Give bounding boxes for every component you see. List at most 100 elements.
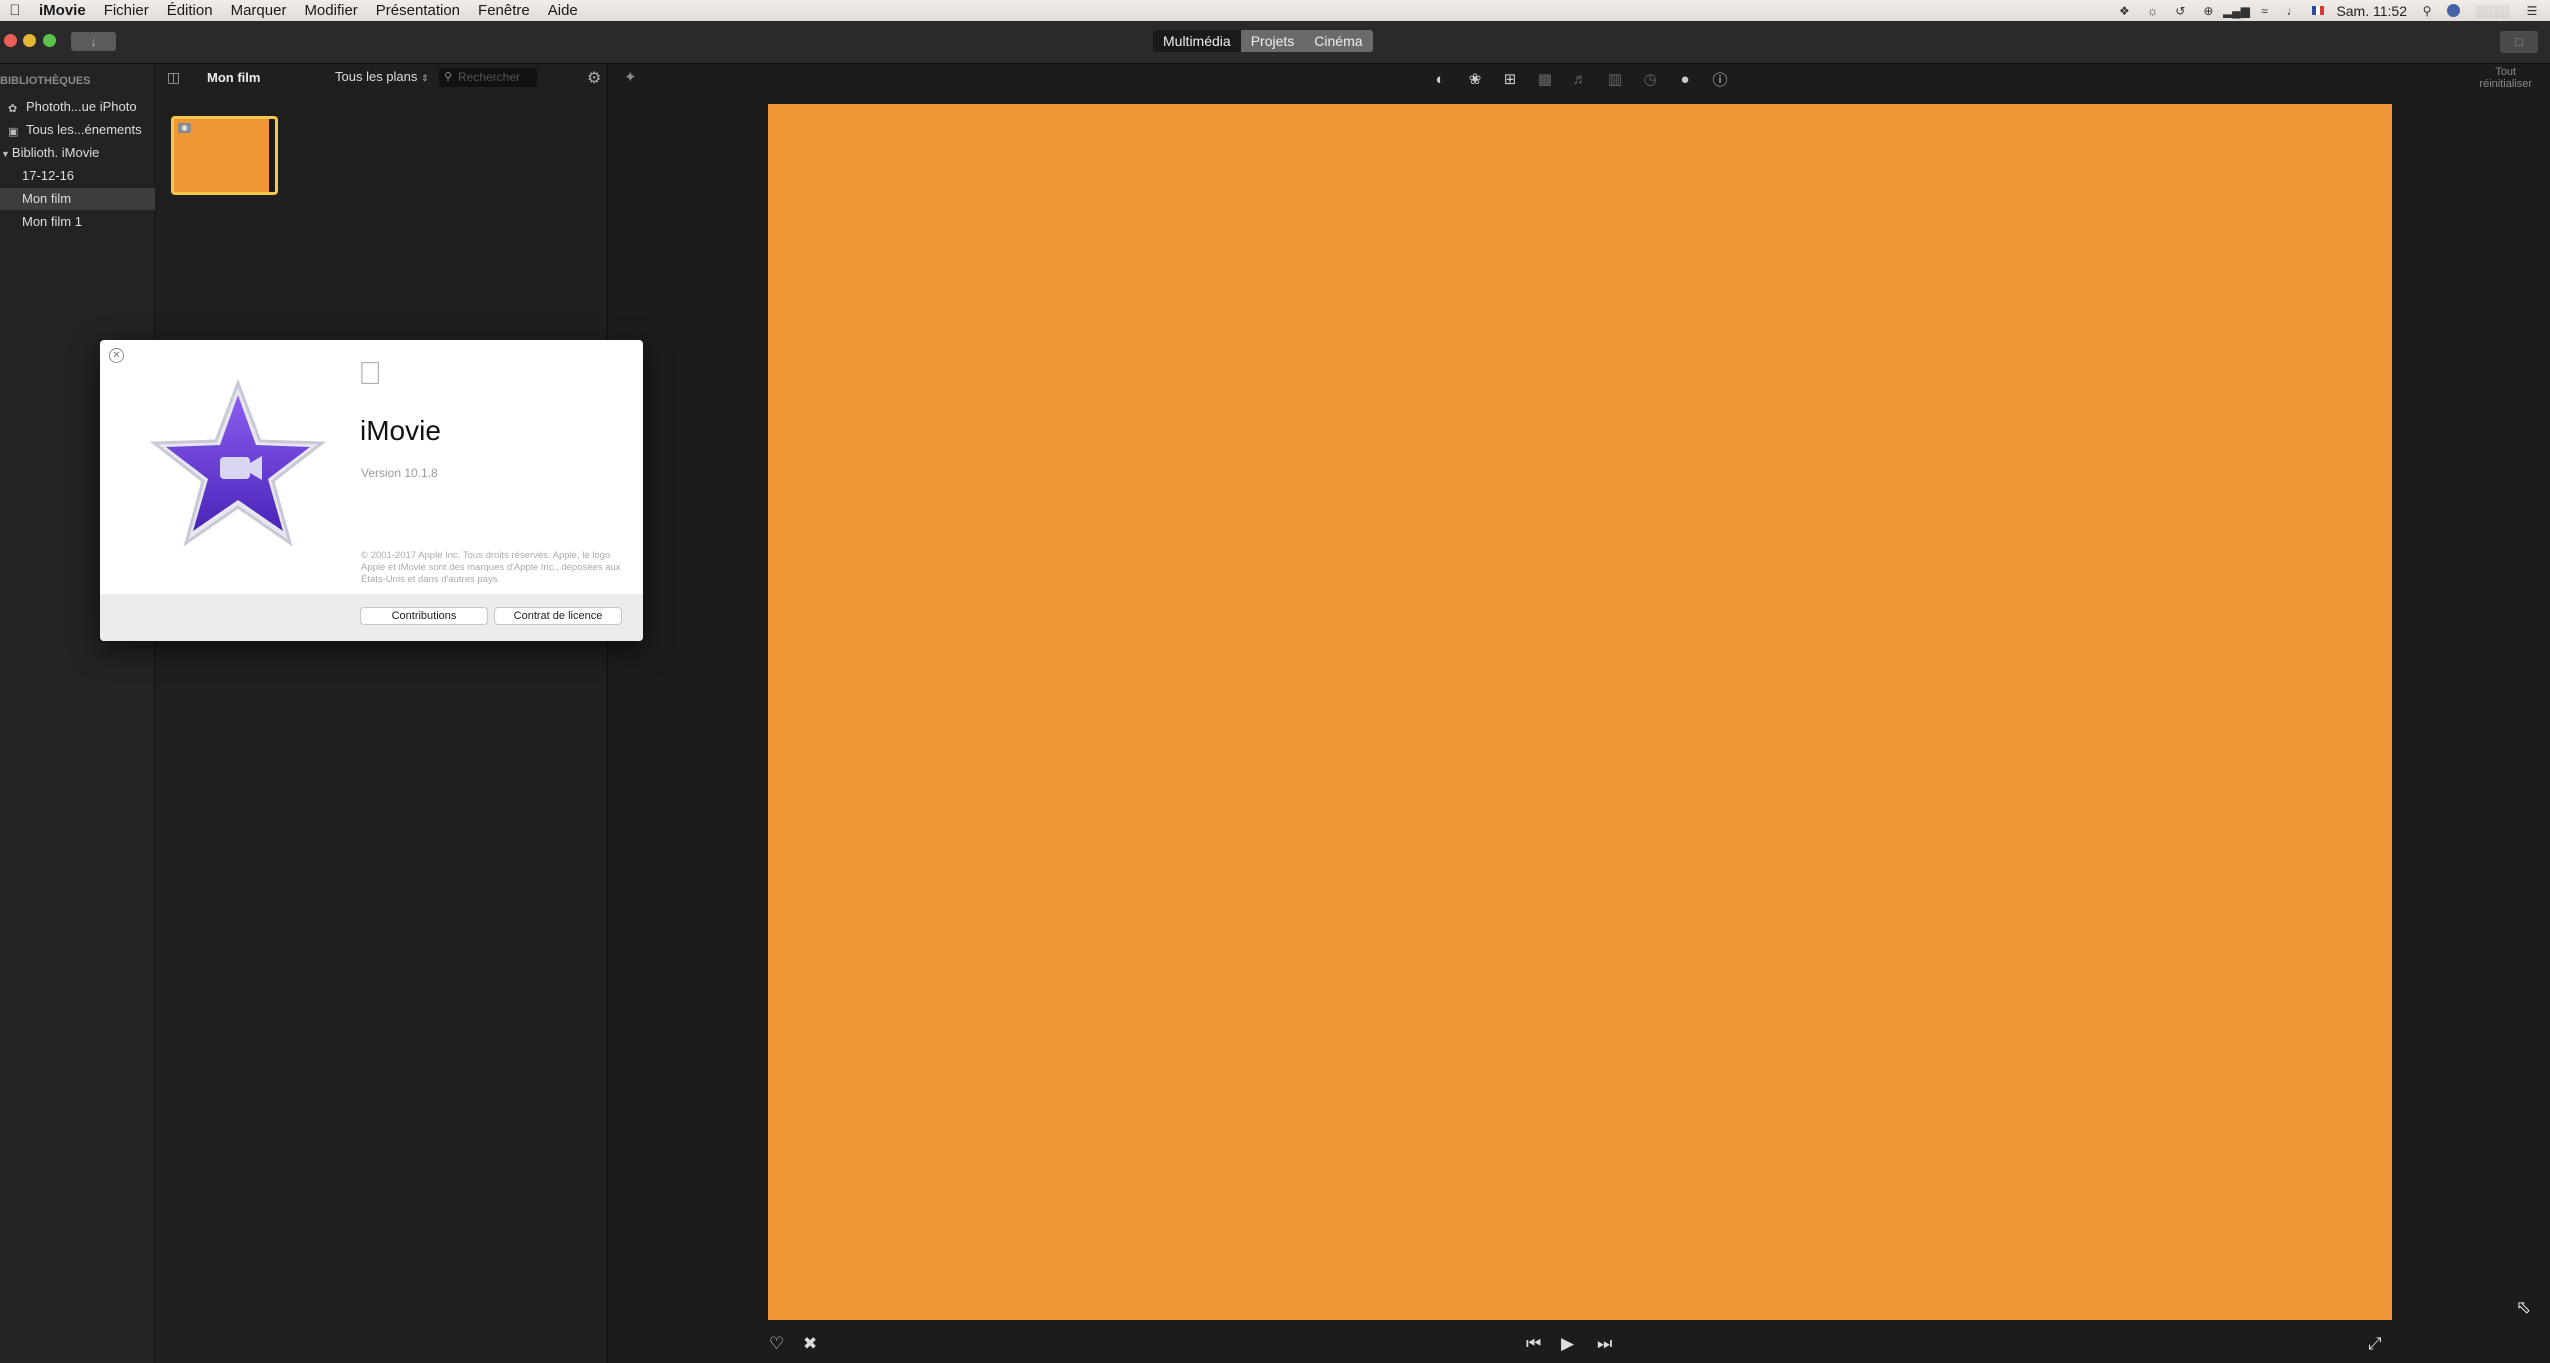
reject-icon[interactable]: ✖ bbox=[803, 1334, 817, 1354]
search-icon: ⚲ bbox=[444, 71, 453, 83]
clip-edge bbox=[269, 119, 275, 192]
sidebar-item-event-17-12-16[interactable]: 17-12-16 bbox=[0, 165, 155, 187]
photos-icon: ✿ bbox=[8, 103, 18, 115]
search-field[interactable]: ⚲ Rechercher bbox=[439, 68, 537, 87]
clip-thumbnail[interactable]: ◉ bbox=[171, 116, 278, 195]
spotlight-icon[interactable]: ⚲ bbox=[2419, 4, 2435, 18]
mouse-pointer-icon: ⬁ bbox=[2516, 1297, 2532, 1317]
clock[interactable]: Sam. 11:52 bbox=[2336, 3, 2407, 19]
window-toolbar: ↓ Multimédia Projets Cinéma □ bbox=[0, 21, 2550, 64]
clip-filter-label: Tous les plans bbox=[335, 69, 418, 84]
sidebar-item-all-events[interactable]: ▣ Tous les...énements bbox=[0, 119, 155, 141]
fullscreen-window-button[interactable] bbox=[43, 34, 56, 47]
fullscreen-icon[interactable]: ⤢ bbox=[2368, 1334, 2382, 1354]
camera-icon: ◉ bbox=[178, 123, 191, 133]
magic-wand-icon[interactable]: ✦ bbox=[624, 68, 637, 86]
sidebar-item-label: Mon film 1 bbox=[22, 214, 82, 229]
creative-cloud-icon[interactable]: ☼ bbox=[2144, 4, 2160, 18]
libraries-sidebar: BIBLIOTHÈQUES ✿ Phototh...ue iPhoto ▣ Tous… bbox=[0, 64, 155, 1363]
disclosure-triangle-icon[interactable]: ▼ bbox=[1, 149, 10, 159]
media-browser: ◫ Mon film Tous les plans ⇕ ⚲ Rechercher… bbox=[156, 64, 608, 1363]
menu-app[interactable]: iMovie bbox=[30, 0, 95, 21]
menu-edition[interactable]: Édition bbox=[158, 0, 222, 21]
chevron-updown-icon: ⇕ bbox=[421, 73, 429, 83]
sidebar-item-label: Biblioth. iMovie bbox=[11, 145, 100, 160]
libraries-heading: BIBLIOTHÈQUES bbox=[0, 75, 91, 87]
menu-fichier[interactable]: Fichier bbox=[95, 0, 158, 21]
video-frame bbox=[768, 104, 2392, 1320]
color-balance-icon[interactable]: ◐ bbox=[1429, 68, 1451, 90]
tab-multimedia[interactable]: Multimédia bbox=[1153, 30, 1241, 52]
user-name-redacted[interactable]: ░░░░ bbox=[2472, 4, 2512, 18]
tab-cinema[interactable]: Cinéma bbox=[1304, 30, 1373, 52]
clip-filter-icon[interactable]: ● bbox=[1674, 68, 1696, 90]
volume-icon[interactable]: ♩ bbox=[2284, 4, 2300, 18]
tab-projets[interactable]: Projets bbox=[1240, 30, 1305, 52]
skip-forward-icon[interactable]: ⏭ bbox=[1597, 1334, 1612, 1354]
search-placeholder: Rechercher bbox=[458, 70, 521, 84]
minimize-window-button[interactable] bbox=[23, 34, 36, 47]
sidebar-item-imovie-library[interactable]: ▼ Biblioth. iMovie bbox=[0, 142, 155, 164]
adjustment-toolbar: ◐ ❀ ⊞ ▩ ♬ ▥ ◷ ● ⓘ bbox=[1429, 64, 1731, 94]
settings-gear-icon[interactable]: ⚙ bbox=[587, 68, 601, 88]
imovie-star-icon bbox=[149, 378, 327, 547]
menu-modifier[interactable]: Modifier bbox=[295, 0, 366, 21]
copyright-text: © 2001-2017 Apple Inc. Tous droits réser… bbox=[361, 550, 621, 585]
favorite-heart-icon[interactable]: ♡ bbox=[769, 1334, 784, 1354]
sidebar-item-label: Tous les...énements bbox=[26, 122, 142, 137]
import-button[interactable]: ↓ bbox=[71, 32, 116, 51]
stabilization-icon[interactable]: ▩ bbox=[1534, 68, 1556, 90]
sidebar-item-label: Phototh...ue iPhoto bbox=[26, 99, 137, 114]
menu-bar:  iMovie Fichier Édition Marquer Modifie… bbox=[0, 0, 2550, 21]
apple-menu-icon[interactable]:  bbox=[0, 2, 30, 19]
menu-aide[interactable]: Aide bbox=[539, 0, 587, 21]
noise-reduction-icon[interactable]: ▥ bbox=[1604, 68, 1626, 90]
network-activity-icon[interactable]: ⊕ bbox=[2200, 4, 2216, 18]
apple-logo-icon:  bbox=[358, 355, 382, 392]
speed-icon[interactable]: ◷ bbox=[1639, 68, 1661, 90]
color-correction-icon[interactable]: ❀ bbox=[1464, 68, 1486, 90]
share-button[interactable]: □ bbox=[2500, 31, 2538, 53]
events-icon: ▣ bbox=[8, 126, 19, 138]
contributions-button[interactable]: Contributions bbox=[360, 607, 488, 625]
share-icon: □ bbox=[2515, 34, 2523, 49]
reset-all-button[interactable]: Tout réinitialiser bbox=[2479, 66, 2532, 90]
sidebar-item-label: Mon film bbox=[22, 191, 72, 206]
user-avatar-icon[interactable] bbox=[2447, 4, 2460, 17]
browser-header: ◫ Mon film Tous les plans ⇕ ⚲ Rechercher… bbox=[156, 64, 608, 94]
about-dialog: ✕  iMovie Version 10.1.8 © 2001-2017 Ap… bbox=[100, 340, 643, 641]
about-footer: Contributions Contrat de licence bbox=[100, 594, 643, 641]
sidebar-item-mon-film-1[interactable]: Mon film 1 bbox=[0, 211, 155, 233]
info-icon[interactable]: ⓘ bbox=[1709, 68, 1731, 90]
sidebar-item-mon-film[interactable]: Mon film bbox=[0, 188, 155, 210]
input-flag-icon[interactable] bbox=[2312, 6, 2325, 15]
browser-title: Mon film bbox=[207, 70, 261, 85]
skip-back-icon[interactable]: ⏮ bbox=[1526, 1334, 1541, 1354]
app-name: iMovie bbox=[360, 415, 441, 446]
menu-fenetre[interactable]: Fenêtre bbox=[469, 0, 539, 21]
crop-icon[interactable]: ⊞ bbox=[1499, 68, 1521, 90]
wifi-icon[interactable]: ≈ bbox=[2256, 4, 2272, 18]
clip-filter-dropdown[interactable]: Tous les plans ⇕ bbox=[335, 69, 429, 84]
license-agreement-button[interactable]: Contrat de licence bbox=[494, 607, 622, 625]
volume-icon[interactable]: ♬ bbox=[1569, 68, 1591, 90]
dropbox-icon[interactable]: ❖ bbox=[2116, 4, 2132, 18]
reset-label-line-2: réinitialiser bbox=[2479, 78, 2532, 90]
toggle-sidebar-icon[interactable]: ◫ bbox=[167, 69, 180, 86]
app-version: Version 10.1.8 bbox=[361, 466, 438, 480]
viewer: ✦ ◐ ❀ ⊞ ▩ ♬ ▥ ◷ ● ⓘ Tout réinitialiser ♡… bbox=[609, 64, 2550, 1363]
sidebar-item-label: 17-12-16 bbox=[22, 168, 75, 183]
close-icon[interactable]: ✕ bbox=[109, 348, 124, 363]
status-area: ❖ ☼ ↺ ⊕ ▂▄▆ ≈ ♩ Sam. 11:52 ⚲ ░░░░ ☰ bbox=[2116, 0, 2540, 21]
close-window-button[interactable] bbox=[4, 34, 17, 47]
imovie-screen:  iMovie Fichier Édition Marquer Modifie… bbox=[0, 0, 2550, 1363]
signal-icon[interactable]: ▂▄▆ bbox=[2223, 4, 2250, 18]
menu-marquer[interactable]: Marquer bbox=[222, 0, 296, 21]
playback-bar: ♡ ✖ ⏮ ▶ ⏭ ⤢ bbox=[609, 1326, 2550, 1363]
sidebar-item-iphoto[interactable]: ✿ Phototh...ue iPhoto bbox=[0, 96, 155, 118]
reset-label-line-1: Tout bbox=[2495, 66, 2517, 78]
notification-center-icon[interactable]: ☰ bbox=[2524, 4, 2540, 18]
play-icon[interactable]: ▶ bbox=[1561, 1334, 1574, 1354]
time-machine-icon[interactable]: ↺ bbox=[2172, 4, 2188, 18]
menu-presentation[interactable]: Présentation bbox=[367, 0, 469, 21]
